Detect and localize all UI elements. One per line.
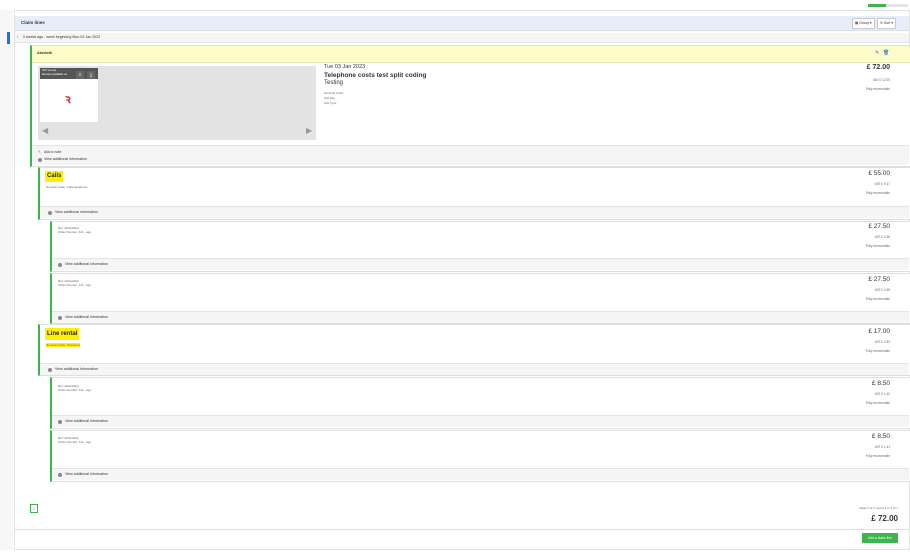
edit-icon[interactable]: ✎ <box>875 51 880 56</box>
child-footer: View additional information <box>52 258 909 270</box>
meta-iso-flag: ISO flag <box>324 96 335 100</box>
split-amount: £ 55.00 <box>868 170 890 177</box>
sort-button[interactable]: ⇅ Sort ▾ <box>877 18 897 29</box>
view-info-link[interactable]: View additional information <box>55 367 98 371</box>
week-group-bar[interactable]: › 0 weeks ago - week beginning Mon 02 Ja… <box>15 33 909 43</box>
receipt-logo-icon: ꝛ <box>65 92 71 106</box>
info-icon <box>48 211 52 215</box>
download-icon[interactable]: ⤓ <box>87 71 95 79</box>
split-footer: View additional information <box>40 206 909 218</box>
expense-amount: £ 72.00 <box>866 64 890 71</box>
footer-divider <box>15 529 909 530</box>
zoom-icon[interactable]: ⌕ <box>76 71 84 79</box>
chevron-down-icon: ▾ <box>870 21 872 25</box>
child-recoverable: Fully recoverable <box>865 297 890 301</box>
claim-total: £ 72.00 <box>871 514 898 523</box>
child-footer: View additional information <box>52 468 909 480</box>
expense-description: Testing <box>324 80 344 86</box>
group-button[interactable]: ▦ Group ▾ <box>852 18 875 29</box>
pencil-icon: ✎ <box>38 150 42 154</box>
child-order: Order Number: 111 - ago <box>58 440 92 444</box>
claim-lines-header: Claim lines ▦ Group ▾ ⇅ Sort ▾ <box>15 16 909 31</box>
meta-iso-type: ISO Type <box>324 101 337 105</box>
view-info-link[interactable]: View additional information <box>65 419 108 423</box>
split-footer: View additional information <box>40 363 909 375</box>
week-group-label: 0 weeks ago - week beginning Mon 02 Jan … <box>23 35 101 39</box>
add-claim-line-button[interactable]: Add a claim line <box>862 533 898 543</box>
child-order: Order Number: 111 - ago <box>58 388 92 392</box>
prev-arrow-icon[interactable]: ◀ <box>42 126 48 135</box>
child-order: Order Number: 111 - ago <box>58 230 92 234</box>
info-icon <box>58 420 62 424</box>
add-note-link[interactable]: Add a note <box>44 150 61 154</box>
group-label: Group <box>859 21 870 25</box>
child-vat: VAT £ 4.59 <box>874 288 890 292</box>
sort-label: Sort <box>883 21 891 25</box>
child-recoverable: Fully recoverable <box>865 244 890 248</box>
expense-footer: ✎ Add a note View additional information <box>32 145 909 165</box>
expense-title: Telephone costs test split coding <box>324 72 427 79</box>
info-icon <box>48 368 52 372</box>
expense-tag: Abertoth <box>37 51 52 55</box>
progress-bar <box>868 4 908 7</box>
split-sub: Nominal Code: Calls telephone <box>46 185 88 189</box>
split-name: Line rental <box>45 328 80 340</box>
split-amount: £ 17.00 <box>868 328 890 335</box>
page-button[interactable]: 1 <box>30 504 38 513</box>
split-sub: Nominal Code: Telephone <box>46 343 81 347</box>
nav-active-indicator <box>7 32 10 44</box>
child-amount: £ 8.50 <box>871 433 890 440</box>
info-icon <box>58 316 62 320</box>
view-info-link[interactable]: View additional information <box>55 210 98 214</box>
collapse-chevron-icon: › <box>17 35 19 39</box>
info-icon <box>58 473 62 477</box>
info-icon <box>58 263 62 267</box>
pagination-info: Page 1 of 1, Items 1 to 7 of 7 <box>859 506 898 510</box>
expense-date: Tue 03 Jan 2023 <box>324 64 366 70</box>
split-vat: VAT £ 2.83 <box>874 340 890 344</box>
left-nav <box>0 10 13 550</box>
split-vat: VAT £ 9.17 <box>874 182 890 186</box>
view-info-link[interactable]: View additional information <box>65 262 108 266</box>
split-recoverable: Fully recoverable <box>865 349 890 353</box>
child-vat: VAT £ 1.41 <box>874 445 890 449</box>
view-info-link[interactable]: View additional information <box>65 472 108 476</box>
chevron-down-icon: ▾ <box>891 21 894 25</box>
child-amount: £ 27.50 <box>868 223 890 230</box>
delete-icon[interactable]: 🗑 <box>883 51 889 56</box>
expense-vat: VAT £ 12.00 <box>872 78 890 82</box>
child-recoverable: Fully recoverable <box>865 454 890 458</box>
child-vat: VAT £ 1.42 <box>874 392 890 396</box>
meta-nominal: Nominal Code: <box>324 91 344 95</box>
sort-icon: ⇅ <box>880 21 883 25</box>
child-footer: View additional information <box>52 415 909 427</box>
split-name: Calls <box>45 171 64 182</box>
child-vat: VAT £ 4.58 <box>874 235 890 239</box>
top-bar <box>0 0 910 8</box>
progress-fill <box>868 4 886 7</box>
split-recoverable: Fully recoverable <box>865 191 890 195</box>
child-amount: £ 27.50 <box>868 276 890 283</box>
child-order: Order Number: 111 - ago <box>58 283 92 287</box>
receipt-gallery: VAT receipt Receipt available as ꝛ ⌕ ⤓ ◀… <box>38 66 316 140</box>
child-recoverable: Fully recoverable <box>865 401 890 405</box>
child-amount: £ 8.50 <box>871 380 890 387</box>
view-info-link[interactable]: View additional information <box>65 315 108 319</box>
expense-recoverable: Fully recoverable <box>865 87 890 91</box>
expense-card-header: Abertoth ✎ 🗑 <box>32 46 910 63</box>
group-icon: ▦ <box>855 21 859 25</box>
child-footer: View additional information <box>52 311 909 323</box>
info-icon <box>38 158 42 162</box>
page-title: Claim lines <box>21 20 45 25</box>
view-info-link[interactable]: View additional information <box>44 157 87 161</box>
next-arrow-icon[interactable]: ▶ <box>306 126 312 135</box>
